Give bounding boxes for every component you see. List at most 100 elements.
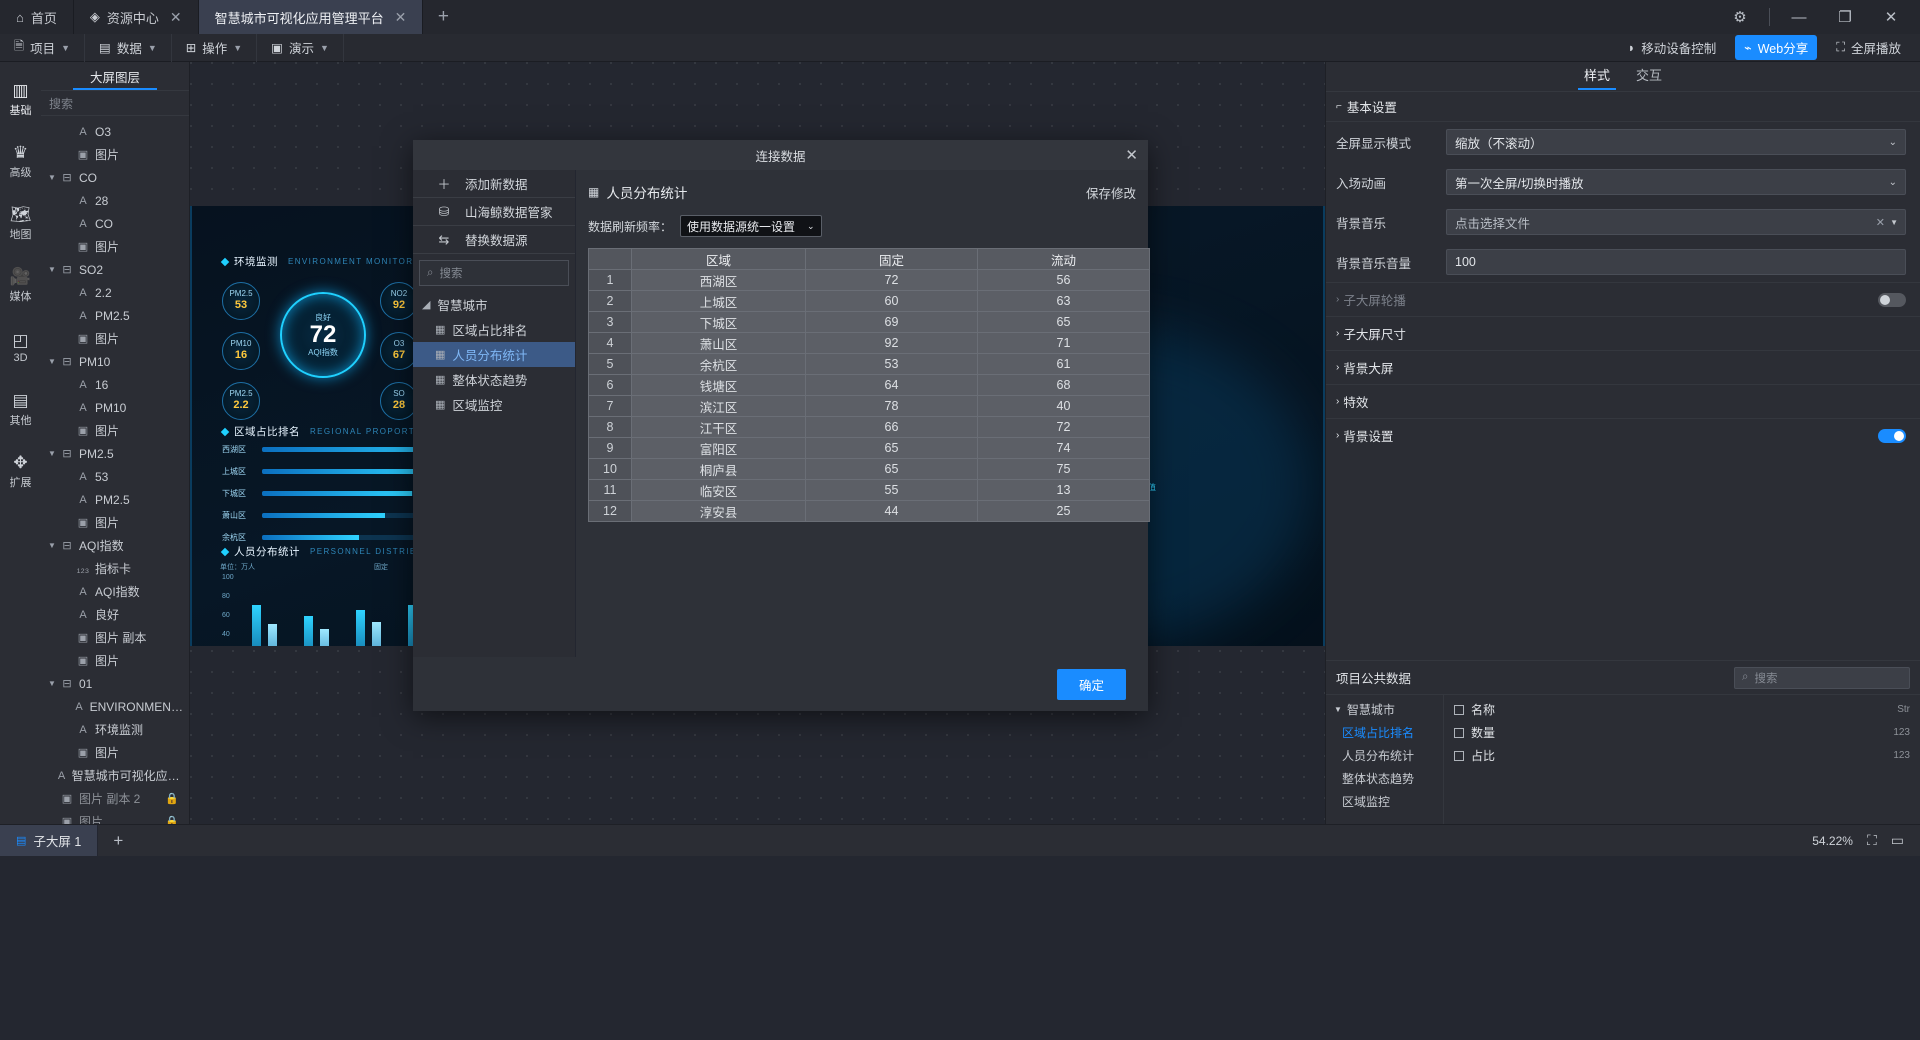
- table-cell[interactable]: 65: [977, 311, 1150, 333]
- table-column-header[interactable]: [588, 248, 632, 270]
- dataset-table[interactable]: 区域 固定 流动 1 西湖区 72 56 2 上城区 60 63 3 下城区 69 65 4 萧山区 92 71 5…: [588, 248, 1150, 522]
- dataset-node-label: 整体状态趋势: [452, 374, 528, 388]
- table-cell[interactable]: 上城区: [630, 290, 807, 312]
- table-row[interactable]: 10 桐庐县 65 75: [588, 458, 1150, 480]
- search-placeholder: 搜索: [439, 268, 463, 280]
- table-column-header[interactable]: 固定: [805, 248, 978, 270]
- table-row[interactable]: 6 钱塘区 64 68: [588, 374, 1150, 396]
- dataset-tree-node[interactable]: ▦ 整体状态趋势: [413, 367, 575, 392]
- table-cell[interactable]: 65: [805, 437, 978, 459]
- table-cell[interactable]: 临安区: [630, 479, 807, 501]
- table-cell[interactable]: 1: [588, 269, 632, 291]
- table-cell[interactable]: 55: [805, 479, 978, 501]
- table-cell[interactable]: 8: [588, 416, 632, 438]
- data-manager-action[interactable]: ⛁ 山海鲸数据管家: [413, 198, 575, 226]
- table-row[interactable]: 11 临安区 55 13: [588, 479, 1150, 501]
- table-cell[interactable]: 萧山区: [630, 332, 807, 354]
- table-cell[interactable]: 74: [977, 437, 1150, 459]
- table-cell[interactable]: 4: [588, 332, 632, 354]
- table-cell[interactable]: 10: [588, 458, 632, 480]
- table-cell[interactable]: 56: [977, 269, 1150, 291]
- table-row[interactable]: 2 上城区 60 63: [588, 290, 1150, 312]
- table-cell[interactable]: 12: [588, 500, 632, 522]
- table-cell[interactable]: 9: [588, 437, 632, 459]
- refresh-frequency-label: 数据刷新频率：: [588, 219, 673, 234]
- table-cell[interactable]: 6: [588, 374, 632, 396]
- dataset-tree-node[interactable]: ◢ 智慧城市: [413, 292, 575, 317]
- dataset-header: ▦ 人员分布统计 保存修改: [588, 180, 1136, 204]
- table-cell[interactable]: 5: [588, 353, 632, 375]
- plus-icon: ＋: [437, 177, 451, 192]
- table-cell[interactable]: 江干区: [630, 416, 807, 438]
- table-icon: ▦: [435, 349, 446, 361]
- table-icon: ▦: [588, 185, 600, 199]
- table-cell[interactable]: 68: [977, 374, 1150, 396]
- table-cell[interactable]: 下城区: [630, 311, 807, 333]
- table-cell[interactable]: 65: [805, 458, 978, 480]
- dataset-node-label: 区域监控: [452, 399, 503, 413]
- table-cell[interactable]: 富阳区: [630, 437, 807, 459]
- table-cell[interactable]: 淳安县: [630, 500, 807, 522]
- table-cell[interactable]: 72: [977, 416, 1150, 438]
- table-header-row: 区域 固定 流动: [588, 248, 1150, 270]
- save-changes-button[interactable]: 保存修改: [1086, 183, 1136, 202]
- dialog-body: ＋ 添加新数据 ⛁ 山海鲸数据管家 ⇆ 替换数据源 ⌕ 搜索 ◢ 智慧城市 ▦ …: [413, 170, 1150, 657]
- table-row[interactable]: 4 萧山区 92 71: [588, 332, 1150, 354]
- swap-icon: ⇆: [438, 231, 450, 247]
- dialog-search-input[interactable]: ⌕ 搜索: [419, 260, 569, 286]
- dataset-tree[interactable]: ◢ 智慧城市 ▦ 区域占比排名 ▦ 人员分布统计 ▦ 整体状态趋势 ▦ 区域监控: [413, 286, 575, 417]
- table-row[interactable]: 5 余杭区 53 61: [588, 353, 1150, 375]
- close-icon[interactable]: ✕: [1125, 146, 1138, 164]
- table-cell[interactable]: 64: [805, 374, 978, 396]
- dataset-node-label: 智慧城市: [437, 299, 488, 313]
- table-cell[interactable]: 78: [805, 395, 978, 417]
- table-cell[interactable]: 69: [805, 311, 978, 333]
- table-cell[interactable]: 余杭区: [630, 353, 807, 375]
- table-cell[interactable]: 60: [805, 290, 978, 312]
- table-cell[interactable]: 2: [588, 290, 632, 312]
- search-icon: ⌕: [427, 266, 434, 279]
- table-cell[interactable]: 66: [805, 416, 978, 438]
- table-row[interactable]: 7 滨江区 78 40: [588, 395, 1150, 417]
- table-cell[interactable]: 西湖区: [630, 269, 807, 291]
- action-label: 替换数据源: [465, 234, 528, 248]
- table-cell[interactable]: 钱塘区: [630, 374, 807, 396]
- table-cell[interactable]: 40: [977, 395, 1150, 417]
- table-row[interactable]: 9 富阳区 65 74: [588, 437, 1150, 459]
- table-cell[interactable]: 3: [588, 311, 632, 333]
- dataset-tree-node[interactable]: ▦ 区域监控: [413, 392, 575, 417]
- table-cell[interactable]: 71: [977, 332, 1150, 354]
- table-cell[interactable]: 75: [977, 458, 1150, 480]
- chevron-down-icon: ⌄: [807, 220, 815, 231]
- table-row[interactable]: 8 江干区 66 72: [588, 416, 1150, 438]
- table-cell[interactable]: 13: [977, 479, 1150, 501]
- table-cell[interactable]: 61: [977, 353, 1150, 375]
- table-cell[interactable]: 25: [977, 500, 1150, 522]
- connect-data-dialog: 连接数据 ✕ ＋ 添加新数据 ⛁ 山海鲸数据管家 ⇆ 替换数据源 ⌕ 搜索 ◢ …: [413, 140, 1150, 711]
- confirm-button[interactable]: 确定: [1056, 668, 1126, 700]
- refresh-frequency-row: 数据刷新频率： 使用数据源统一设置 ⌄: [588, 214, 1136, 238]
- add-new-data-action[interactable]: ＋ 添加新数据: [413, 170, 575, 198]
- dialog-sidebar: ＋ 添加新数据 ⛁ 山海鲸数据管家 ⇆ 替换数据源 ⌕ 搜索 ◢ 智慧城市 ▦ …: [413, 170, 576, 657]
- table-cell[interactable]: 滨江区: [630, 395, 807, 417]
- table-cell[interactable]: 11: [588, 479, 632, 501]
- table-cell[interactable]: 7: [588, 395, 632, 417]
- table-row[interactable]: 3 下城区 69 65: [588, 311, 1150, 333]
- table-body: 1 西湖区 72 56 2 上城区 60 63 3 下城区 69 65 4 萧山区 92 71 5 余杭区 53 61…: [588, 269, 1150, 522]
- modal-overlay: 连接数据 ✕ ＋ 添加新数据 ⛁ 山海鲸数据管家 ⇆ 替换数据源 ⌕ 搜索 ◢ …: [0, 0, 1920, 1040]
- replace-datasource-action[interactable]: ⇆ 替换数据源: [413, 226, 575, 254]
- table-row[interactable]: 1 西湖区 72 56: [588, 269, 1150, 291]
- dataset-tree-node[interactable]: ▦ 人员分布统计: [413, 342, 575, 367]
- table-column-header[interactable]: 区域: [630, 248, 807, 270]
- dataset-tree-node[interactable]: ▦ 区域占比排名: [413, 317, 575, 342]
- table-cell[interactable]: 桐庐县: [630, 458, 807, 480]
- table-cell[interactable]: 53: [805, 353, 978, 375]
- table-cell[interactable]: 63: [977, 290, 1150, 312]
- table-row[interactable]: 12 淳安县 44 25: [588, 500, 1150, 522]
- table-cell[interactable]: 72: [805, 269, 978, 291]
- table-cell[interactable]: 92: [805, 332, 978, 354]
- table-cell[interactable]: 44: [805, 500, 978, 522]
- refresh-frequency-select[interactable]: 使用数据源统一设置 ⌄: [680, 215, 822, 237]
- table-column-header[interactable]: 流动: [977, 248, 1150, 270]
- table-icon: ▦: [435, 374, 446, 386]
